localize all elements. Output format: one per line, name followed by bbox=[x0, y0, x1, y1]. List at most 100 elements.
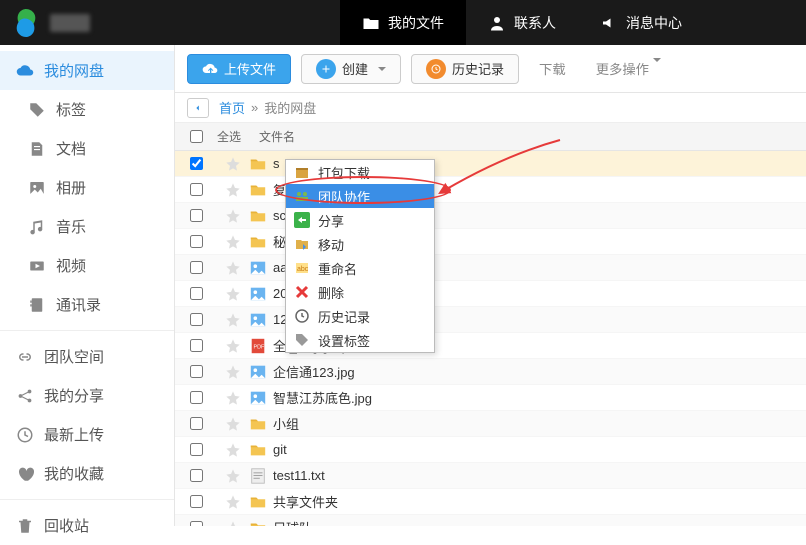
brand-text-blurred bbox=[50, 14, 90, 32]
row-checkbox[interactable] bbox=[190, 469, 203, 482]
download-label: 下载 bbox=[539, 62, 566, 77]
clock-icon bbox=[16, 426, 34, 444]
image-icon bbox=[28, 179, 46, 197]
topnav-contacts[interactable]: 联系人 bbox=[466, 0, 578, 45]
file-name: 企信通123.jpg bbox=[273, 362, 355, 381]
row-checkbox[interactable] bbox=[190, 183, 203, 196]
sidebar-tags-label: 标签 bbox=[56, 99, 86, 120]
row-checkbox[interactable] bbox=[190, 261, 203, 274]
sidebar-item-docs[interactable]: 文档 bbox=[0, 129, 174, 168]
star-icon[interactable] bbox=[225, 234, 241, 250]
ctx-move[interactable]: 移动 bbox=[286, 232, 434, 256]
file-row[interactable]: 复 bbox=[175, 177, 806, 203]
sidebar-item-photos[interactable]: 相册 bbox=[0, 168, 174, 207]
row-checkbox[interactable] bbox=[190, 235, 203, 248]
file-row[interactable]: 足球队 bbox=[175, 515, 806, 526]
sidebar-item-teamspace[interactable]: 团队空间 bbox=[0, 337, 174, 376]
history-button[interactable]: 历史记录 bbox=[411, 54, 519, 84]
sidebar-item-recent[interactable]: 最新上传 bbox=[0, 415, 174, 454]
sidebar-item-fav[interactable]: 我的收藏 bbox=[0, 454, 174, 493]
heart-icon bbox=[16, 465, 34, 483]
star-icon[interactable] bbox=[225, 156, 241, 172]
context-menu: 打包下载 团队协作 分享 移动 abc 重命名 删除 历史记录 设置标签 bbox=[285, 159, 435, 353]
ctx-history[interactable]: 历史记录 bbox=[286, 304, 434, 328]
row-checkbox[interactable] bbox=[190, 339, 203, 352]
row-checkbox[interactable] bbox=[190, 209, 203, 222]
history-label: 历史记录 bbox=[452, 59, 504, 78]
ctx-rename[interactable]: abc 重命名 bbox=[286, 256, 434, 280]
video-icon bbox=[28, 257, 46, 275]
sidebar-contacts-label: 通讯录 bbox=[56, 294, 101, 315]
sidebar-item-contacts[interactable]: 通讯录 bbox=[0, 285, 174, 324]
breadcrumb-home[interactable]: 首页 bbox=[219, 98, 245, 117]
file-row[interactable]: git bbox=[175, 437, 806, 463]
table-header: 全选 文件名 bbox=[175, 123, 806, 151]
row-checkbox[interactable] bbox=[190, 417, 203, 430]
star-icon[interactable] bbox=[225, 416, 241, 432]
star-icon[interactable] bbox=[225, 468, 241, 484]
file-row[interactable]: 秘 bbox=[175, 229, 806, 255]
star-icon[interactable] bbox=[225, 442, 241, 458]
ctx-share[interactable]: 分享 bbox=[286, 208, 434, 232]
ctx-download[interactable]: 打包下载 bbox=[286, 160, 434, 184]
row-checkbox[interactable] bbox=[190, 443, 203, 456]
ctx-team[interactable]: 团队协作 bbox=[286, 184, 434, 208]
file-row[interactable]: 20 bbox=[175, 281, 806, 307]
file-name: s bbox=[273, 156, 280, 171]
row-checkbox[interactable] bbox=[190, 313, 203, 326]
chevron-down-icon bbox=[653, 58, 661, 77]
star-icon[interactable] bbox=[225, 208, 241, 224]
select-all-checkbox[interactable] bbox=[190, 130, 203, 143]
star-icon[interactable] bbox=[225, 260, 241, 276]
file-row[interactable]: 12 bbox=[175, 307, 806, 333]
row-checkbox[interactable] bbox=[190, 287, 203, 300]
star-icon[interactable] bbox=[225, 312, 241, 328]
row-checkbox[interactable] bbox=[190, 365, 203, 378]
sidebar-docs-label: 文档 bbox=[56, 138, 86, 159]
sidebar-item-shares[interactable]: 我的分享 bbox=[0, 376, 174, 415]
svg-text:PDF: PDF bbox=[254, 344, 265, 350]
star-icon[interactable] bbox=[225, 390, 241, 406]
create-label: 创建 bbox=[342, 59, 368, 78]
file-row[interactable]: 企信通123.jpg bbox=[175, 359, 806, 385]
upload-button[interactable]: 上传文件 bbox=[187, 54, 291, 84]
star-icon[interactable] bbox=[225, 364, 241, 380]
rename-icon: abc bbox=[294, 260, 310, 276]
row-checkbox[interactable] bbox=[190, 391, 203, 404]
top-nav: 我的文件 联系人 消息中心 bbox=[340, 0, 704, 45]
star-icon[interactable] bbox=[225, 338, 241, 354]
ctx-history-label: 历史记录 bbox=[318, 307, 370, 326]
file-row[interactable]: PDF全 _V1[1].0.pdf bbox=[175, 333, 806, 359]
sidebar-item-music[interactable]: 音乐 bbox=[0, 207, 174, 246]
row-checkbox[interactable] bbox=[190, 157, 203, 170]
sidebar-item-video[interactable]: 视频 bbox=[0, 246, 174, 285]
file-row[interactable]: aa bbox=[175, 255, 806, 281]
back-button[interactable] bbox=[187, 98, 209, 118]
ctx-settag[interactable]: 设置标签 bbox=[286, 328, 434, 352]
breadcrumb-sep: » bbox=[251, 100, 258, 115]
topnav-messages[interactable]: 消息中心 bbox=[578, 0, 704, 45]
file-row[interactable]: 小组 bbox=[175, 411, 806, 437]
star-icon[interactable] bbox=[225, 286, 241, 302]
star-icon[interactable] bbox=[225, 494, 241, 510]
cloud-upload-icon bbox=[202, 61, 218, 77]
row-checkbox[interactable] bbox=[190, 495, 203, 508]
download-button[interactable]: 下载 bbox=[529, 59, 576, 78]
more-button[interactable]: 更多操作 bbox=[586, 59, 671, 78]
file-row[interactable]: test11.txt bbox=[175, 463, 806, 489]
star-icon[interactable] bbox=[225, 520, 241, 527]
row-checkbox[interactable] bbox=[190, 521, 203, 526]
ctx-delete[interactable]: 删除 bbox=[286, 280, 434, 304]
file-name: test11.txt bbox=[273, 468, 325, 483]
create-button[interactable]: 创建 bbox=[301, 54, 401, 84]
file-row[interactable]: 共享文件夹 bbox=[175, 489, 806, 515]
file-row[interactable]: 智慧江苏底色.jpg bbox=[175, 385, 806, 411]
file-row[interactable]: sc bbox=[175, 203, 806, 229]
top-bar: 我的文件 联系人 消息中心 bbox=[0, 0, 806, 45]
star-icon[interactable] bbox=[225, 182, 241, 198]
topnav-files[interactable]: 我的文件 bbox=[340, 0, 466, 45]
chevron-down-icon bbox=[378, 67, 386, 71]
file-row[interactable]: s bbox=[175, 151, 806, 177]
sidebar-item-tags[interactable]: 标签 bbox=[0, 90, 174, 129]
sidebar-item-disk[interactable]: 我的网盘 bbox=[0, 51, 174, 90]
